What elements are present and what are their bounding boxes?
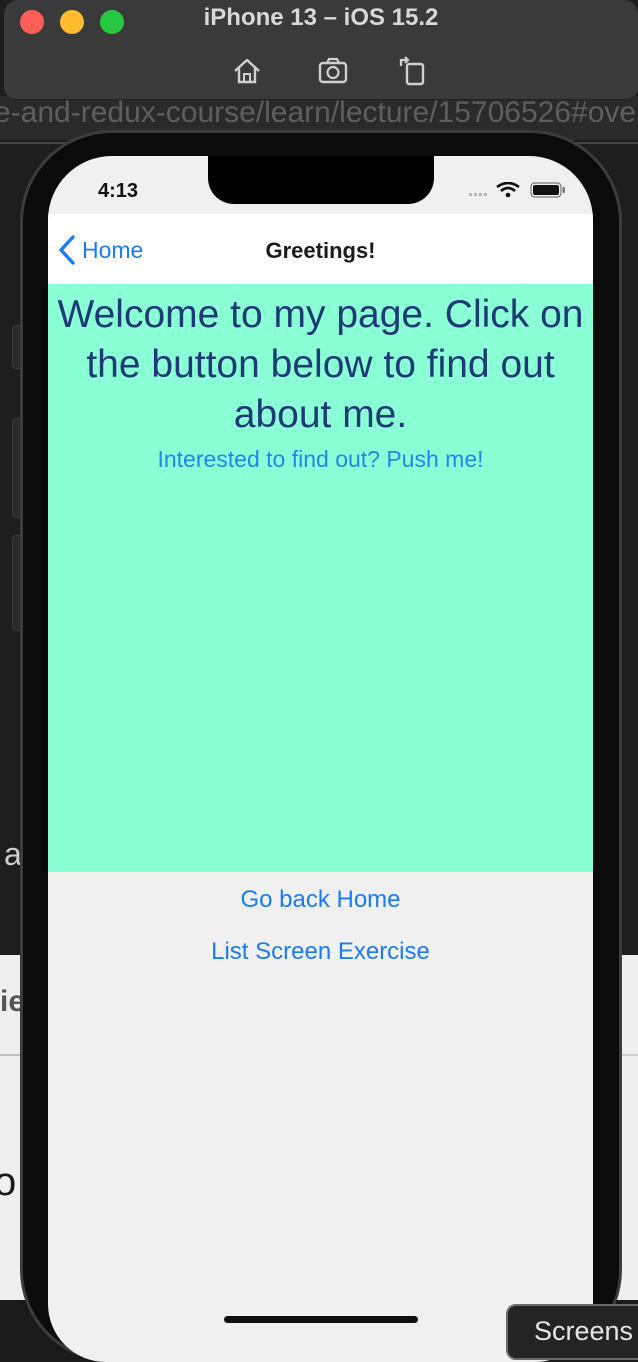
notch — [208, 156, 434, 204]
cellular-signal-icon — [469, 193, 487, 196]
screens-label: Screens — [534, 1316, 634, 1346]
simulator-toolbar: iPhone 13 – iOS 15.2 — [4, 0, 638, 100]
desktop: e-and-redux-course/learn/lecture/1570652… — [0, 0, 638, 1362]
iphone-screen: 4:13 Home Greetings! Welcome to my page.… — [48, 156, 593, 1362]
battery-icon — [530, 182, 565, 198]
rotate-icon[interactable] — [396, 54, 430, 88]
navigation-bar: Home Greetings! — [48, 214, 593, 284]
status-icons — [469, 182, 565, 198]
wifi-icon — [496, 182, 520, 198]
greeting-panel: Welcome to my page. Click on the button … — [48, 284, 593, 872]
background-url-text: e-and-redux-course/learn/lecture/1570652… — [0, 96, 637, 129]
home-indicator — [224, 1316, 418, 1323]
screenshot-icon[interactable] — [316, 54, 350, 88]
go-back-home-button[interactable]: Go back Home — [48, 886, 593, 914]
status-time: 4:13 — [98, 180, 139, 202]
screens-tooltip: Screens — [506, 1304, 638, 1360]
welcome-text: Welcome to my page. Click on the button … — [57, 293, 584, 436]
home-icon[interactable] — [230, 54, 264, 88]
list-screen-exercise-button[interactable]: List Screen Exercise — [48, 938, 593, 966]
simulator-title: iPhone 13 – iOS 15.2 — [203, 4, 439, 31]
background-text-fragment: o — [0, 1160, 17, 1204]
push-me-button[interactable]: Interested to find out? Push me! — [48, 446, 593, 473]
page-title: Greetings! — [265, 238, 376, 263]
